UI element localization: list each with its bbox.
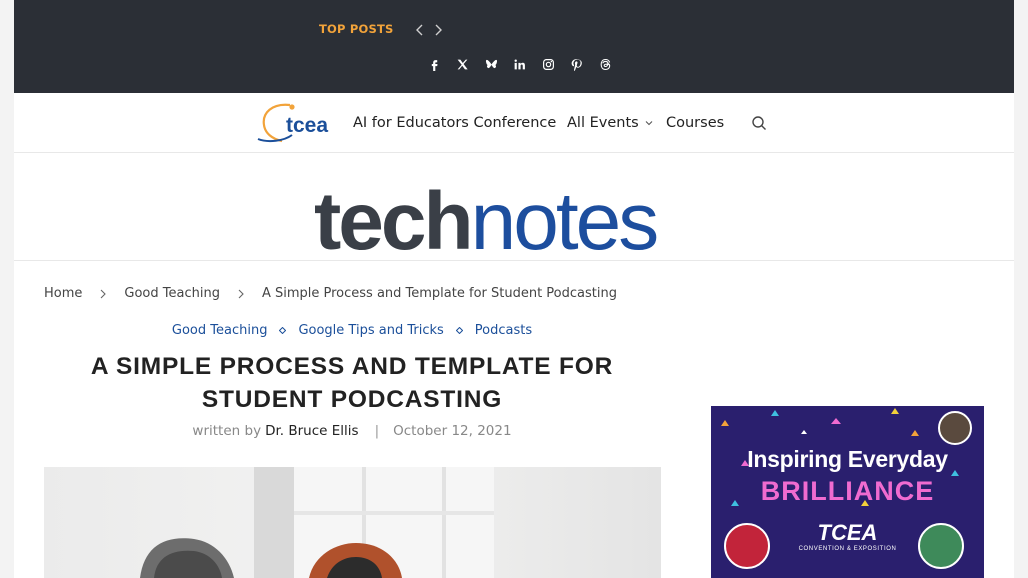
wordmark-notes: notes [471,176,658,253]
byline-divider: | [374,423,380,439]
tcea-convention-ad[interactable]: Inspiring Everyday BRILLIANCE TCEA CONVE… [711,406,984,578]
article-byline: written by Dr. Bruce Ellis | October 12,… [44,423,660,439]
threads-icon [599,56,612,75]
main-nav: tcea AI for Educators Conference All Eve… [14,93,1014,153]
instagram-icon [542,56,555,75]
masthead: technotes [14,153,1014,261]
breadcrumb-current: A Simple Process and Template for Studen… [261,286,617,301]
ad-subheadline: BRILLIANCE [760,476,935,506]
nav-item-all-events-label: All Events [567,115,639,131]
pinterest-link[interactable] [563,56,592,74]
nav-item-ai-conference[interactable]: AI for Educators Conference [353,115,556,131]
nav-item-courses[interactable]: Courses [666,115,724,131]
instagram-link[interactable] [534,56,563,74]
svg-text:technotes: technotes [314,176,657,253]
chevron-right-icon [431,22,445,41]
diamond-separator-icon [455,327,463,334]
article-title: A SIMPLE PROCESS AND TEMPLATE FOR STUDEN… [44,350,660,416]
facebook-icon [428,56,441,75]
x-link[interactable] [449,56,478,74]
next-post-button[interactable] [431,22,445,36]
logo-text: tcea [286,114,328,137]
diamond-separator-icon [279,327,287,334]
ad-headline: Inspiring Everyday [747,446,948,472]
ad-subtitle: CONVENTION & EXPOSITION [798,546,897,552]
wordmark-tech: tech [314,176,471,253]
article-title-line2: STUDENT PODCASTING [201,386,503,413]
bluesky-link[interactable] [477,56,506,74]
article-title-line1: A SIMPLE PROCESS AND TEMPLATE FOR [90,353,614,380]
nav-item-all-events[interactable]: All Events [567,115,653,131]
pinterest-icon [570,56,583,75]
category-google-tips[interactable]: Google Tips and Tricks [298,323,443,338]
facebook-link[interactable] [420,56,449,74]
bluesky-icon [485,56,498,75]
technotes-wordmark[interactable]: technotes [314,163,714,253]
x-icon [456,56,469,75]
chevron-down-icon [645,115,653,131]
category-podcasts[interactable]: Podcasts [475,323,532,338]
threads-link[interactable] [591,56,620,74]
hero-image [44,467,661,578]
ad-brand: TCEA [817,520,878,545]
category-good-teaching[interactable]: Good Teaching [172,323,268,338]
breadcrumb: Home Good Teaching A Simple Process and … [44,286,617,301]
chevron-left-icon [413,22,427,41]
written-by-label: written by [192,423,262,439]
page: TOP POSTS tcea AI for Educators Conferen… [14,0,1014,578]
linkedin-link[interactable] [506,56,535,74]
breadcrumb-home[interactable]: Home [44,286,82,301]
social-links [420,56,620,74]
top-bar: TOP POSTS [14,0,1014,93]
linkedin-icon [513,56,526,75]
top-posts-label: TOP POSTS [319,22,394,36]
search-icon [751,116,767,135]
prev-post-button[interactable] [413,22,427,36]
chevron-right-icon [220,289,262,299]
breadcrumb-category[interactable]: Good Teaching [124,286,220,301]
article-date: October 12, 2021 [393,423,512,439]
author-link[interactable]: Dr. Bruce Ellis [265,423,359,439]
search-button[interactable] [751,115,767,131]
chevron-right-icon [82,289,124,299]
article-categories: Good Teaching Google Tips and Tricks Pod… [44,323,660,338]
tcea-logo[interactable]: tcea [254,99,340,143]
